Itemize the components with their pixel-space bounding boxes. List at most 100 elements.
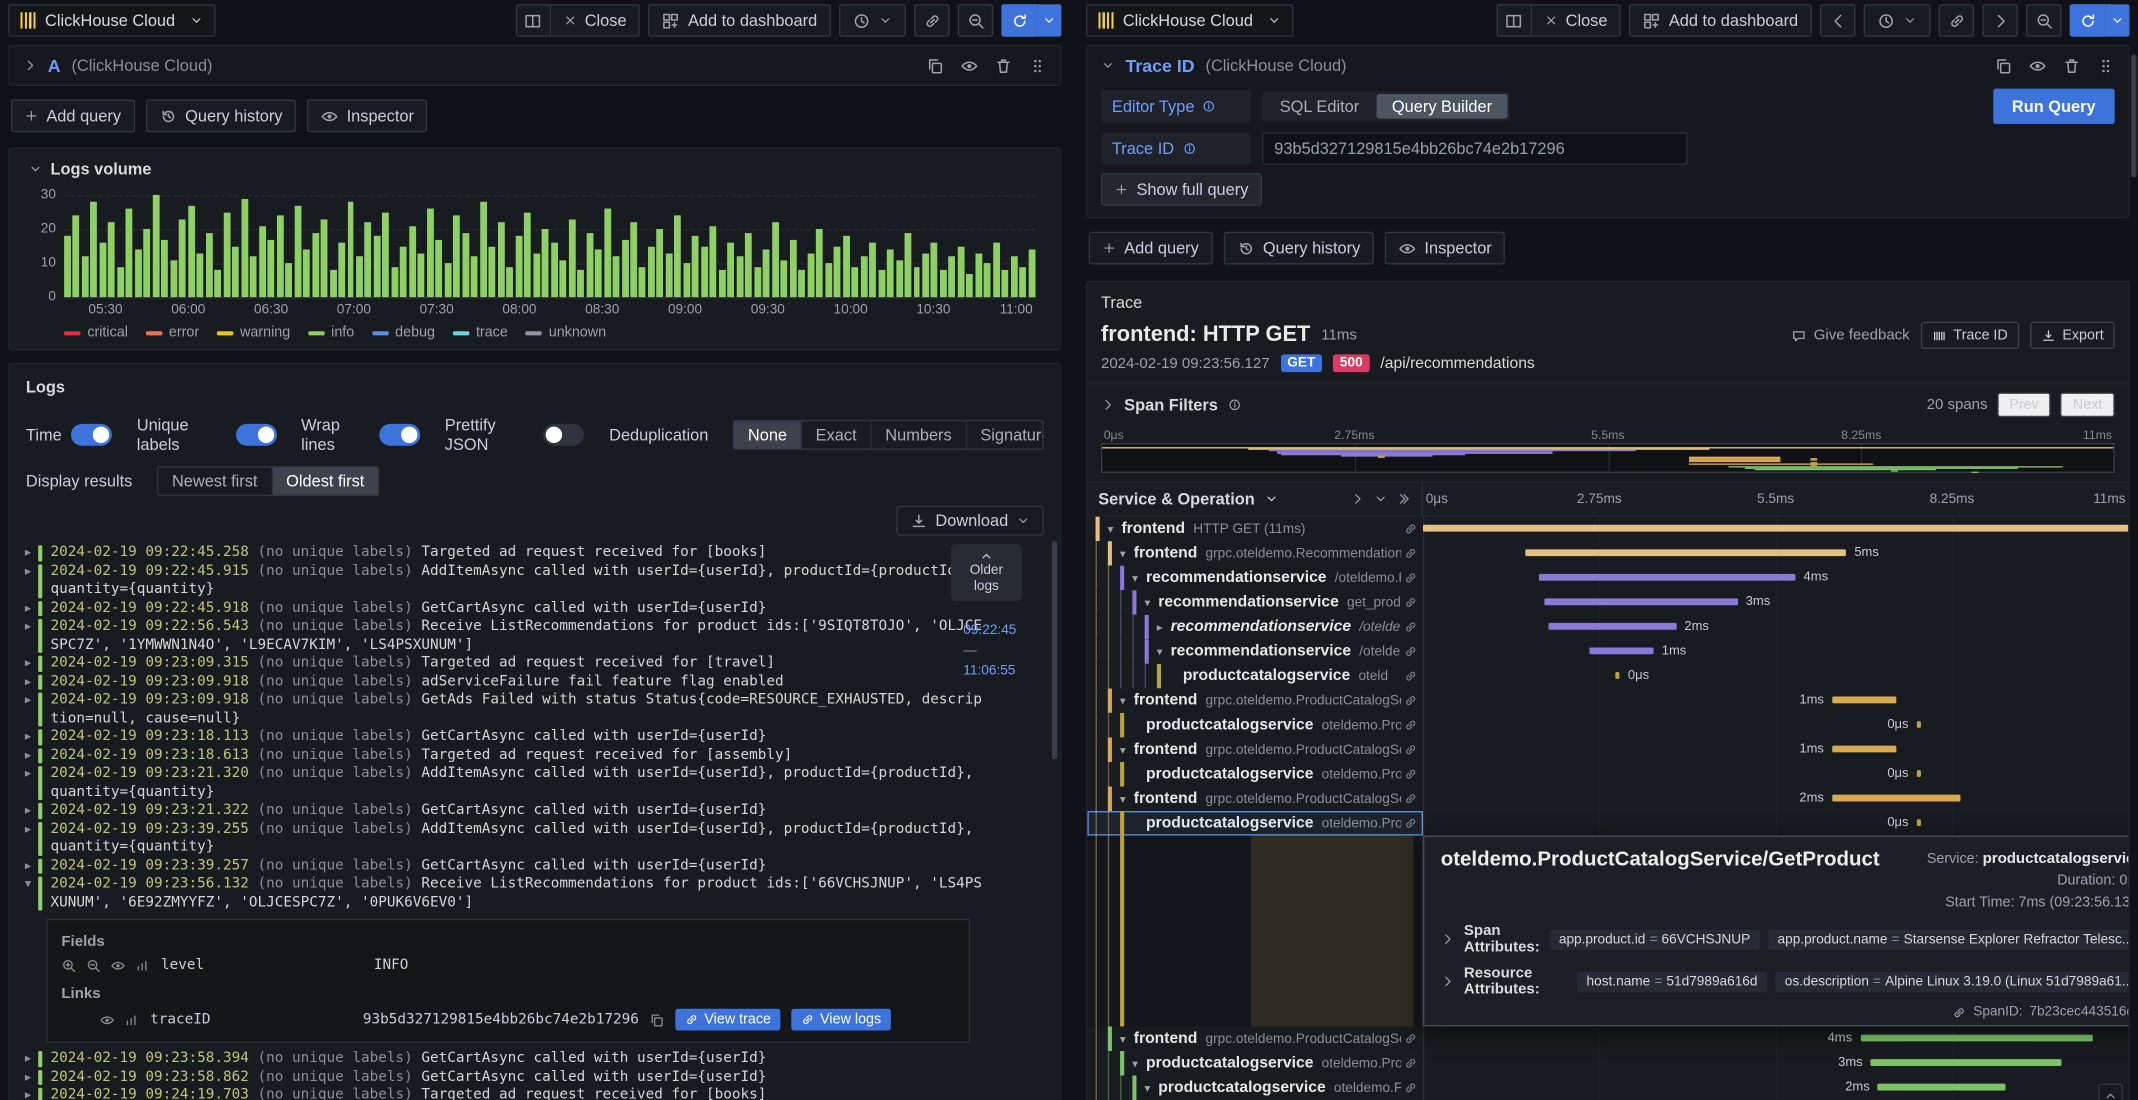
inspector-button[interactable]: Inspector (1384, 231, 1506, 265)
remove-query-icon[interactable] (995, 57, 1013, 75)
expand-icon[interactable]: ▾ (1116, 791, 1130, 806)
span-row[interactable]: ▸ recommendationservice/otelde 2ms (1087, 614, 2128, 640)
log-row[interactable]: ▸ 2024-02-19 09:23:18.113 (no unique labe… (18, 728, 984, 746)
log-row[interactable]: ▸ 2024-02-19 09:22:45.258 (no unique labe… (18, 544, 984, 562)
expand-icon[interactable]: ▾ (1116, 693, 1130, 708)
log-expand-icon[interactable]: ▸ (18, 1050, 38, 1068)
add-query-button[interactable]: Add query (1088, 231, 1213, 265)
span-link-icon[interactable] (1404, 547, 1418, 561)
legend-item-debug[interactable]: debug (371, 324, 435, 341)
expand-icon[interactable]: ▾ (1116, 546, 1130, 561)
span-link-icon[interactable] (1404, 522, 1418, 536)
option-oldest-first[interactable]: Oldest first (271, 467, 379, 495)
expand-icon[interactable]: ▾ (1128, 570, 1142, 585)
log-row[interactable]: ▸ 2024-02-19 09:24:19.703 (no unique labe… (18, 1086, 984, 1100)
collapse-icon[interactable]: ▸ (1153, 620, 1167, 635)
unique-labels-toggle[interactable] (235, 423, 277, 446)
log-expand-icon[interactable]: ▾ (18, 875, 38, 912)
span-row[interactable]: ▾ frontend HTTP GET (11ms) (1087, 516, 2129, 542)
refresh-interval-button[interactable] (2105, 4, 2130, 37)
span-name-cell[interactable]: ▾ recommendationservice/otelde (1087, 639, 1423, 664)
logs-scrollbar[interactable] (1051, 541, 1058, 760)
filter-for-value-icon[interactable] (61, 958, 76, 973)
query-history-button[interactable]: Query history (145, 99, 297, 133)
legend-item-error[interactable]: error (145, 324, 199, 341)
show-full-query-button[interactable]: Show full query (1100, 173, 1263, 206)
log-row[interactable]: ▸ 2024-02-19 09:23:09.918 (no unique labe… (18, 691, 984, 728)
option-none[interactable]: None (734, 421, 801, 449)
view-logs-button[interactable]: View logs (791, 1008, 891, 1031)
prettify-json-toggle[interactable] (543, 423, 585, 446)
datasource-picker[interactable]: ClickHouse Cloud (8, 4, 216, 37)
span-link-icon[interactable] (1404, 669, 1418, 683)
log-expand-icon[interactable]: ▸ (18, 728, 38, 746)
option-query-builder[interactable]: Query Builder (1376, 94, 1508, 119)
log-row[interactable]: ▸ 2024-02-19 09:22:45.918 (no unique labe… (18, 599, 984, 617)
span-timeline-cell[interactable]: 1ms (1423, 737, 2128, 762)
show-field-icon[interactable] (100, 1012, 115, 1027)
span-name-cell[interactable]: productcatalogservice oteldemo.Produc (1087, 761, 1423, 787)
log-row[interactable]: ▸ 2024-02-19 09:23:09.315 (no unique labe… (18, 654, 984, 672)
narrow-pane-button[interactable] (515, 4, 551, 37)
older-logs-button[interactable]: Older logs (950, 543, 1022, 602)
narrow-pane-button[interactable] (1496, 4, 1532, 37)
duplicate-query-icon[interactable] (1995, 57, 2013, 75)
log-row[interactable]: ▾ 2024-02-19 09:23:56.132 (no unique labe… (18, 875, 984, 912)
span-link-icon[interactable] (1404, 596, 1418, 610)
hide-query-icon[interactable] (960, 57, 978, 75)
span-name-cell[interactable]: ▾recommendationservice get_produc (1087, 590, 1423, 615)
span-timeline-cell[interactable]: 0μs (1423, 713, 2128, 738)
span-timeline-cell[interactable]: 5ms (1423, 541, 2128, 566)
span-link-icon[interactable] (1404, 743, 1418, 757)
span-timeline-cell[interactable]: 4ms (1423, 566, 2128, 591)
span-name-cell[interactable]: productcatalogservice oteld (1087, 663, 1423, 689)
span-filters-collapse-icon[interactable] (1101, 398, 1115, 412)
log-expand-icon[interactable]: ▸ (18, 544, 38, 562)
option-sql-editor[interactable]: SQL Editor (1265, 94, 1374, 119)
span-link-icon[interactable] (1404, 1057, 1418, 1071)
show-field-icon[interactable] (111, 958, 126, 973)
span-link-icon[interactable] (1404, 816, 1418, 830)
span-row[interactable]: ▾ productcatalogservice oteldemo.Produc 3ms (1087, 1051, 2128, 1076)
expand-icon[interactable]: ▾ (1116, 742, 1130, 757)
attribute-chip[interactable]: app.product.name = Starsense Explorer Refr… (1767, 929, 2129, 950)
collapse-one-icon[interactable] (1351, 492, 1365, 506)
span-name-cell[interactable]: ▾productcatalogservice oteldemo.Fea (1087, 1075, 1423, 1100)
option-exact[interactable]: Exact (800, 421, 871, 449)
expand-icon[interactable]: ▾ (1104, 521, 1118, 536)
span-link-icon[interactable] (1404, 1081, 1418, 1095)
log-row[interactable]: ▸ 2024-02-19 09:23:18.613 (no unique labe… (18, 746, 984, 764)
span-row[interactable]: ▾ recommendationservice/oteldemo.Rec 4ms (1087, 565, 2128, 591)
field-stats-icon[interactable] (124, 1012, 139, 1027)
expand-icon[interactable]: ▾ (1141, 1081, 1155, 1096)
span-name-cell[interactable]: ▾ frontend HTTP GET (11ms) (1087, 516, 1423, 542)
give-feedback-button[interactable]: Give feedback (1792, 327, 1910, 344)
expand-icon[interactable]: ▾ (1116, 1032, 1130, 1047)
trace-id-input[interactable]: 93b5d327129815e4bb26bc74e2b17296 (1261, 132, 1688, 165)
log-row[interactable]: ▸ 2024-02-19 09:23:58.394 (no unique labe… (18, 1050, 984, 1068)
log-row[interactable]: ▸ 2024-02-19 09:23:21.320 (no unique labe… (18, 765, 984, 802)
span-timeline-cell[interactable]: 0μs (1423, 664, 2128, 689)
attribute-chip[interactable]: app.product.id = 66VCHSJNUP (1549, 929, 1760, 950)
log-expand-icon[interactable]: ▸ (18, 802, 38, 820)
log-expand-icon[interactable]: ▸ (18, 857, 38, 875)
log-expand-icon[interactable]: ▸ (18, 746, 38, 764)
query-collapse-icon[interactable] (1101, 59, 1115, 73)
span-timeline-cell[interactable]: 3ms (1423, 1051, 2128, 1076)
close-split-button[interactable]: Close (550, 4, 641, 37)
drag-handle-icon[interactable] (2097, 57, 2115, 75)
span-link-icon[interactable] (1404, 792, 1418, 806)
span-timeline-cell[interactable]: 1ms (1423, 688, 2128, 713)
span-timeline-cell[interactable]: 2ms (1423, 615, 2128, 640)
log-row[interactable]: ▸ 2024-02-19 09:23:58.862 (no unique labe… (18, 1068, 984, 1086)
log-expand-icon[interactable]: ▸ (18, 617, 38, 654)
minimap-strip[interactable] (1100, 443, 2115, 474)
span-timeline-cell[interactable]: 1ms (1423, 639, 2128, 664)
move-range-back-button[interactable] (1819, 4, 1856, 37)
span-link-icon[interactable] (1404, 620, 1418, 634)
span-link-icon[interactable] (1404, 571, 1418, 585)
span-link-icon[interactable] (1404, 767, 1418, 781)
share-link-button[interactable] (914, 4, 950, 37)
log-expand-icon[interactable]: ▸ (18, 765, 38, 802)
time-toggle[interactable] (71, 423, 113, 446)
